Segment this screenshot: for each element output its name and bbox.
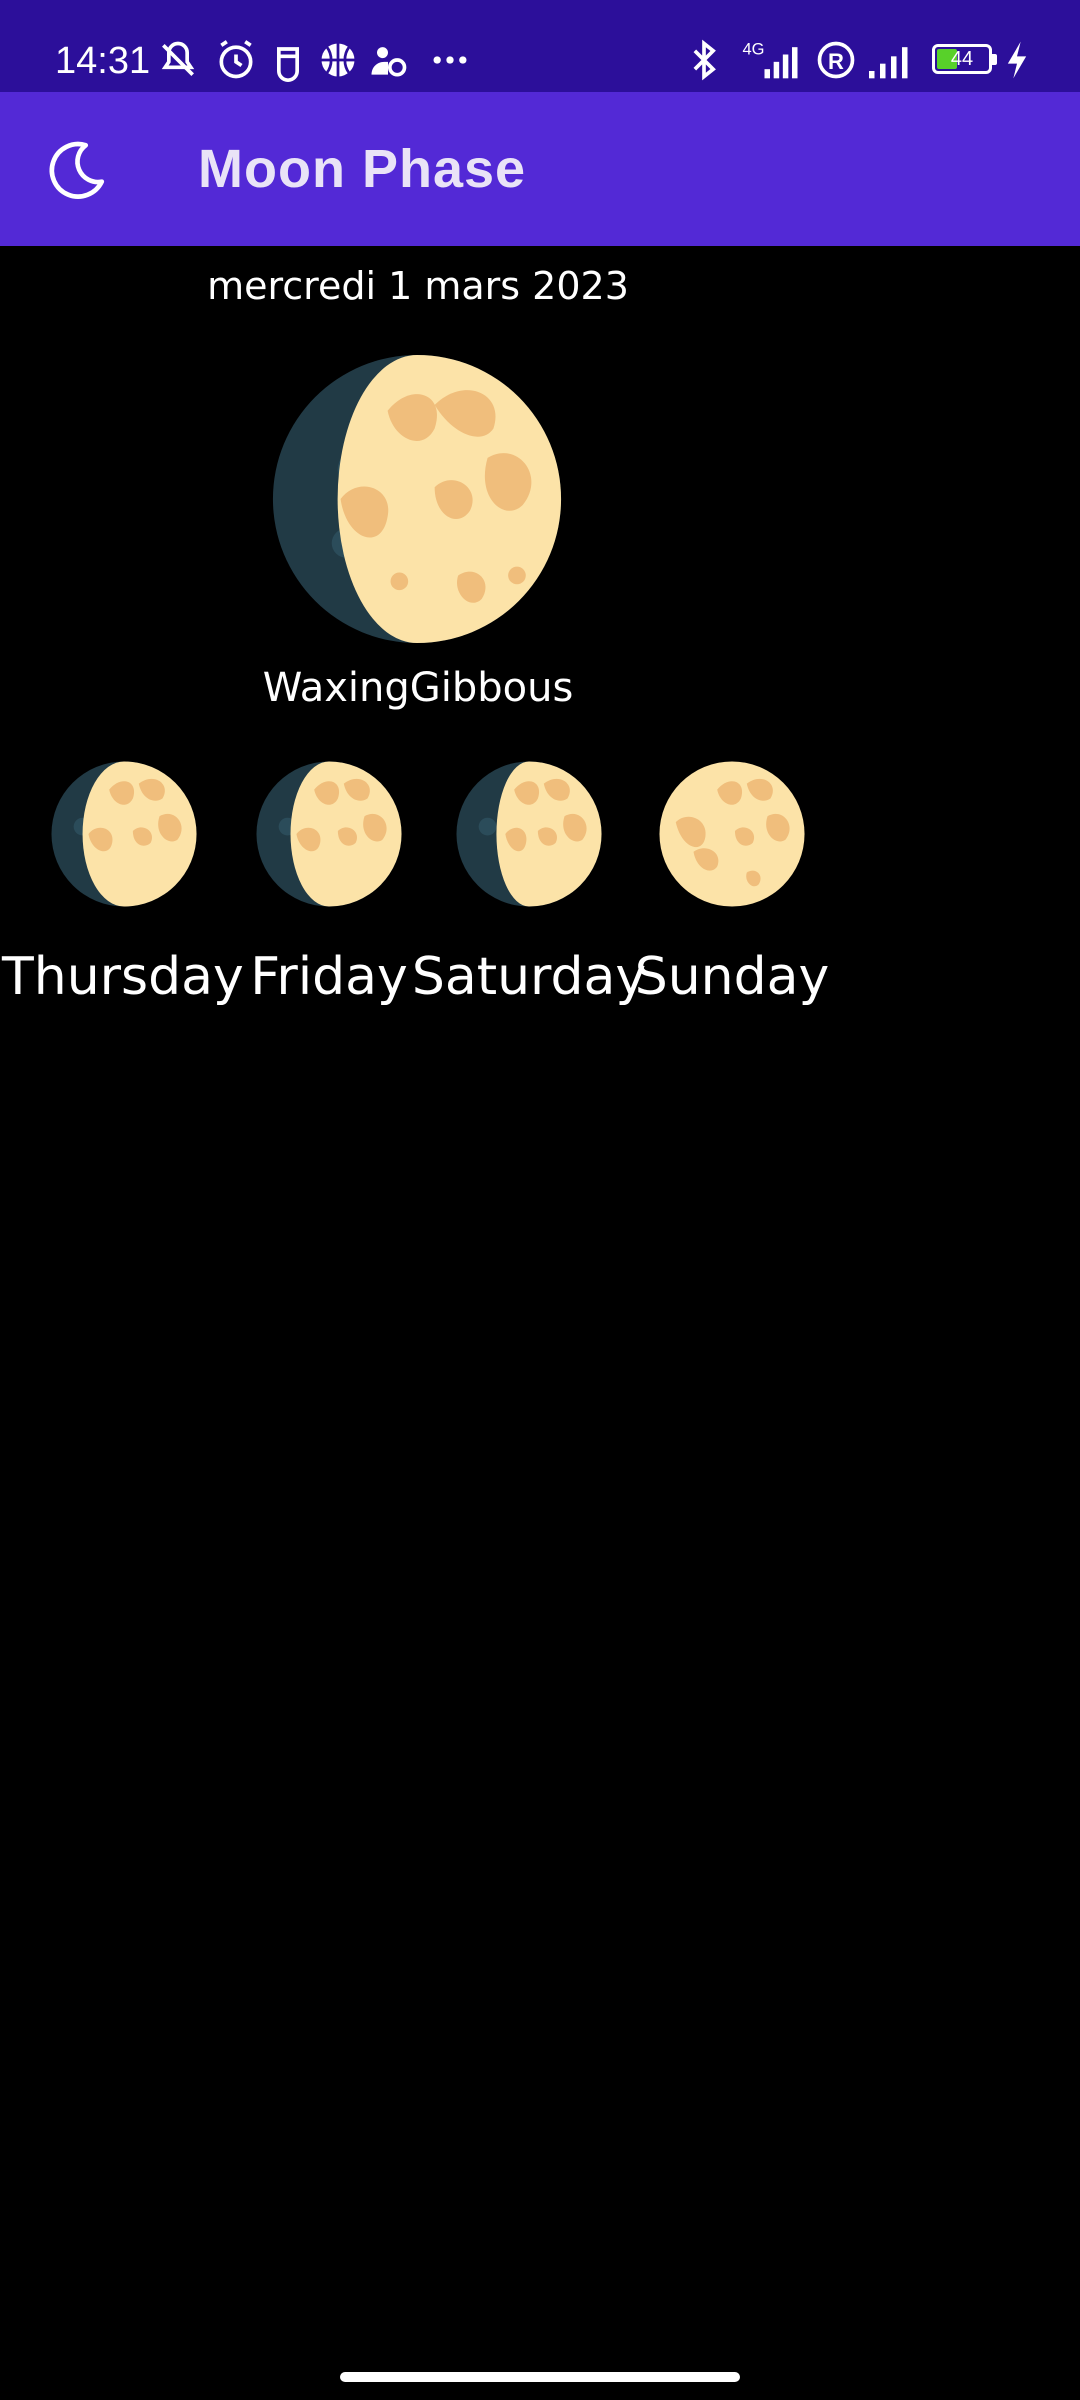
battery-level: 44 — [950, 48, 974, 70]
full-moon-icon — [658, 760, 806, 908]
santa-icon — [266, 38, 310, 82]
muted-notification-icon — [156, 38, 200, 82]
svg-text:R: R — [828, 49, 844, 74]
battery-icon: 44 — [932, 44, 997, 74]
current-date: mercredi 1 mars 2023 — [207, 264, 629, 308]
waxing-gibbous-moon-icon — [455, 760, 603, 908]
charging-icon — [1002, 38, 1032, 82]
signal-icon — [864, 38, 918, 82]
forecast-day-label: Sunday — [634, 947, 830, 1007]
waxing-gibbous-moon-icon — [270, 352, 564, 646]
app-title: Moon Phase — [198, 139, 527, 199]
network-label: 4G — [743, 41, 765, 59]
bluetooth-icon — [682, 38, 726, 82]
alarm-icon — [214, 38, 258, 82]
more-dots-icon — [428, 38, 472, 82]
app-bar: Moon Phase — [0, 92, 1080, 246]
basketball-icon — [316, 38, 360, 82]
home-gesture-handle[interactable] — [340, 2372, 740, 2382]
status-bar: 14:31 4G R 44 — [0, 0, 1080, 92]
signal-4g-icon: 4G — [736, 38, 804, 82]
battery-tip — [992, 54, 997, 65]
status-time: 14:31 — [55, 40, 151, 82]
phase-name: WaxingGibbous — [262, 665, 574, 711]
roaming-icon: R — [814, 38, 858, 82]
moon-crescent-icon — [42, 135, 112, 205]
sleep-icon — [366, 38, 410, 82]
waxing-gibbous-moon-icon — [50, 760, 198, 908]
waxing-gibbous-moon-icon — [255, 760, 403, 908]
forecast-day-label: Thursday — [2, 947, 244, 1007]
